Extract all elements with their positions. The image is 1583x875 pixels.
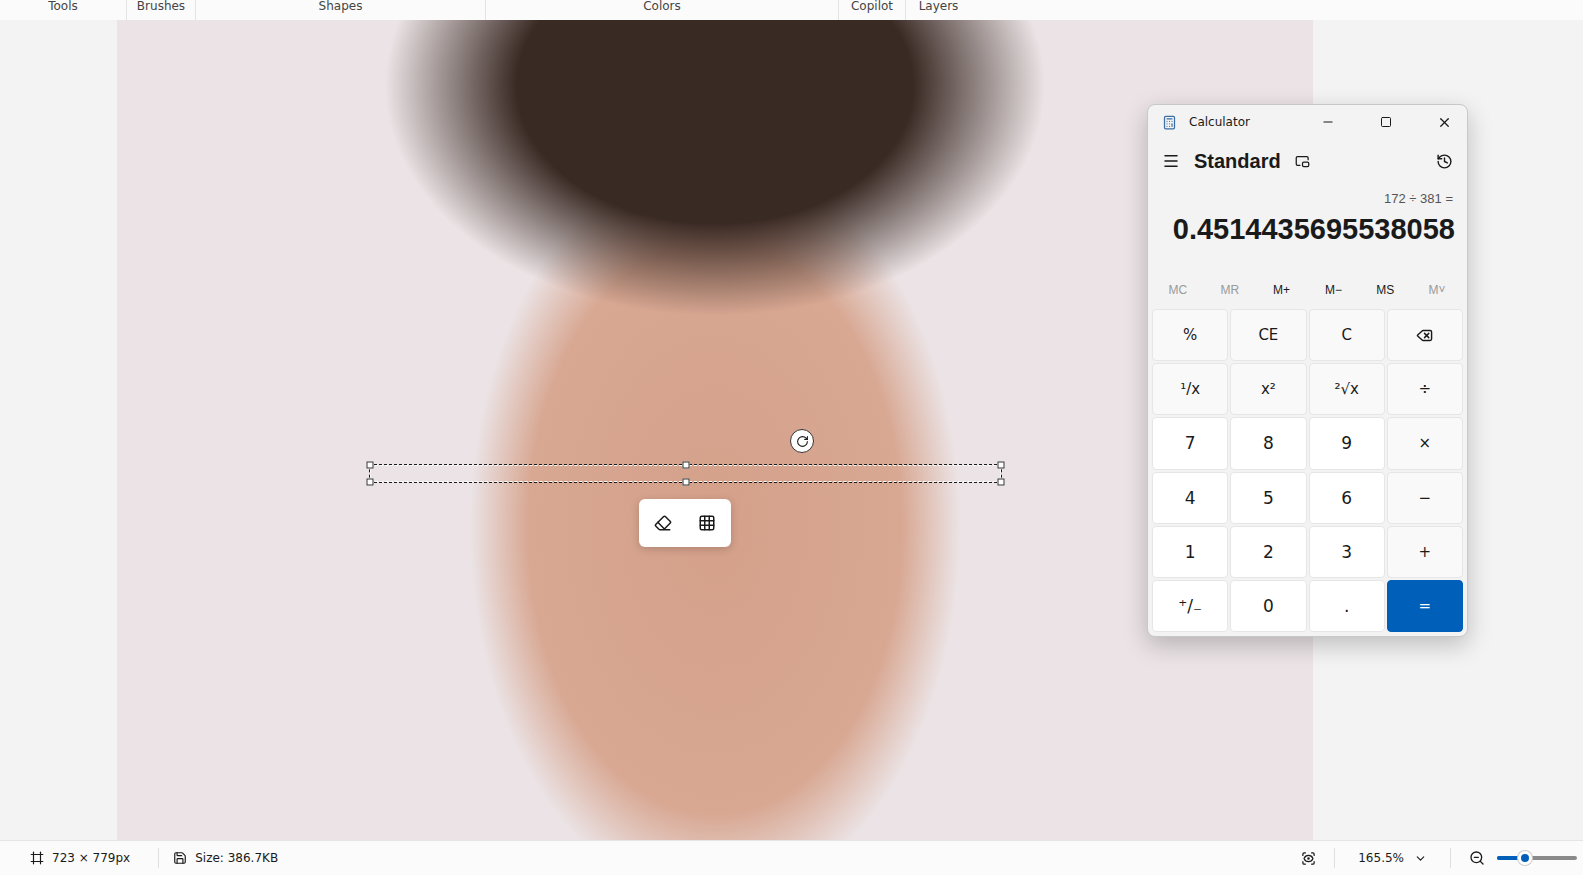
- eraser-icon: [654, 514, 672, 532]
- zoom-out-button[interactable]: [1465, 846, 1489, 870]
- hatch-icon: [698, 514, 716, 532]
- toolbar: ToolsBrushesShapesColorsCopilotLayers: [0, 0, 1583, 20]
- history-button[interactable]: [1432, 149, 1457, 174]
- calculator-key[interactable]: CE: [1230, 309, 1306, 361]
- calculator-key[interactable]: .: [1309, 580, 1385, 632]
- memory-button[interactable]: M−: [1307, 275, 1359, 305]
- memory-row: MCMRM+M−MSM˅: [1148, 253, 1467, 307]
- result-display: 0.4514435695538058: [1148, 209, 1467, 253]
- selection-rectangle[interactable]: [369, 464, 1002, 483]
- paint-app: ToolsBrushesShapesColorsCopilotLayers723…: [0, 0, 1583, 875]
- resize-handle[interactable]: [682, 479, 689, 486]
- calculator-key[interactable]: 7: [1152, 417, 1228, 469]
- status-bar: 723 × 779px Size: 386.7KB 165.5%: [0, 840, 1583, 875]
- calculator-key[interactable]: 5: [1230, 472, 1306, 524]
- resize-handle[interactable]: [998, 479, 1005, 486]
- toolbar-group[interactable]: Copilot: [839, 0, 906, 20]
- fill-button[interactable]: [692, 508, 722, 538]
- zoom-slider[interactable]: [1497, 856, 1577, 860]
- memory-button[interactable]: M+: [1256, 275, 1308, 305]
- calculator-key[interactable]: 9: [1309, 417, 1385, 469]
- title-bar: Calculator: [1148, 105, 1467, 139]
- toolbar-group[interactable]: Brushes: [127, 0, 196, 20]
- calculator-key[interactable]: 2: [1230, 526, 1306, 578]
- selection-toolbar: [639, 499, 731, 547]
- history-icon: [1436, 153, 1453, 170]
- minimize-button[interactable]: [1305, 105, 1351, 139]
- erase-button[interactable]: [648, 508, 678, 538]
- calculator-key[interactable]: 6: [1309, 472, 1385, 524]
- memory-button[interactable]: MS: [1359, 275, 1411, 305]
- calculator-key[interactable]: C: [1309, 309, 1385, 361]
- calculator-key[interactable]: [1387, 309, 1463, 361]
- expression: 172 ÷ 381 =: [1148, 183, 1467, 209]
- close-button[interactable]: [1421, 105, 1467, 139]
- calculator-key[interactable]: 0: [1230, 580, 1306, 632]
- memory-button: MR: [1204, 275, 1256, 305]
- calculator-key[interactable]: +: [1387, 526, 1463, 578]
- maximize-icon: [1380, 116, 1392, 128]
- resize-handle[interactable]: [367, 462, 374, 469]
- calculator-key[interactable]: ×: [1387, 417, 1463, 469]
- calculator-key[interactable]: 8: [1230, 417, 1306, 469]
- calculator-key[interactable]: ÷: [1387, 363, 1463, 415]
- fit-button[interactable]: [1297, 847, 1320, 870]
- calculator-key[interactable]: ¹/x: [1152, 363, 1228, 415]
- window-title: Calculator: [1189, 115, 1293, 129]
- zoom-dropdown[interactable]: 165.5%: [1349, 845, 1436, 871]
- memory-button: M˅: [1411, 275, 1463, 305]
- toolbar-group[interactable]: Tools: [0, 0, 127, 20]
- minimize-icon: [1321, 115, 1335, 129]
- resize-handle[interactable]: [682, 462, 689, 469]
- calculator-key[interactable]: 4: [1152, 472, 1228, 524]
- calculator-window: Calculator Standard 172 ÷ 381 =0.451443569…: [1147, 104, 1468, 637]
- canvas-dimensions: 723 × 779px: [30, 851, 144, 865]
- close-icon: [1437, 115, 1452, 130]
- menu-icon: [1162, 152, 1180, 170]
- rotate-handle[interactable]: [790, 429, 814, 453]
- keep-on-top-icon: [1295, 154, 1310, 169]
- resize-handle[interactable]: [998, 462, 1005, 469]
- calculator-key[interactable]: ²√x: [1309, 363, 1385, 415]
- calculator-key[interactable]: %: [1152, 309, 1228, 361]
- keypad: %CEC ¹/xx²²√x÷ 789× 456− 123+ ⁺/₋0.=: [1148, 307, 1467, 636]
- toolbar-group[interactable]: Shapes: [196, 0, 486, 20]
- calculator-key[interactable]: ⁺/₋: [1152, 580, 1228, 632]
- mode-title: Standard: [1194, 150, 1281, 173]
- save-icon: [173, 851, 187, 865]
- calculator-key[interactable]: 3: [1309, 526, 1385, 578]
- toolbar-group[interactable]: Colors: [486, 0, 839, 20]
- keep-on-top-button[interactable]: [1291, 150, 1314, 173]
- chevron-down-icon: [1414, 852, 1427, 865]
- menu-button[interactable]: [1158, 148, 1184, 174]
- calculator-key[interactable]: −: [1387, 472, 1463, 524]
- fit-icon: [1301, 851, 1316, 866]
- photo[interactable]: [117, 20, 1313, 840]
- backspace-icon: [1416, 327, 1433, 344]
- calculator-icon: [1162, 115, 1177, 130]
- frame-icon: [30, 851, 44, 865]
- calculator-key[interactable]: x²: [1230, 363, 1306, 415]
- maximize-button[interactable]: [1363, 105, 1409, 139]
- rotate-icon: [796, 435, 809, 448]
- header-row: Standard: [1148, 139, 1467, 183]
- calculator-key[interactable]: 1: [1152, 526, 1228, 578]
- calculator-key[interactable]: =: [1387, 580, 1463, 632]
- file-size: Size: 386.7KB: [173, 851, 292, 865]
- zoom-out-icon: [1469, 850, 1485, 866]
- memory-button: MC: [1152, 275, 1204, 305]
- resize-handle[interactable]: [367, 479, 374, 486]
- slider-thumb[interactable]: [1518, 851, 1532, 865]
- toolbar-group[interactable]: Layers: [906, 0, 971, 20]
